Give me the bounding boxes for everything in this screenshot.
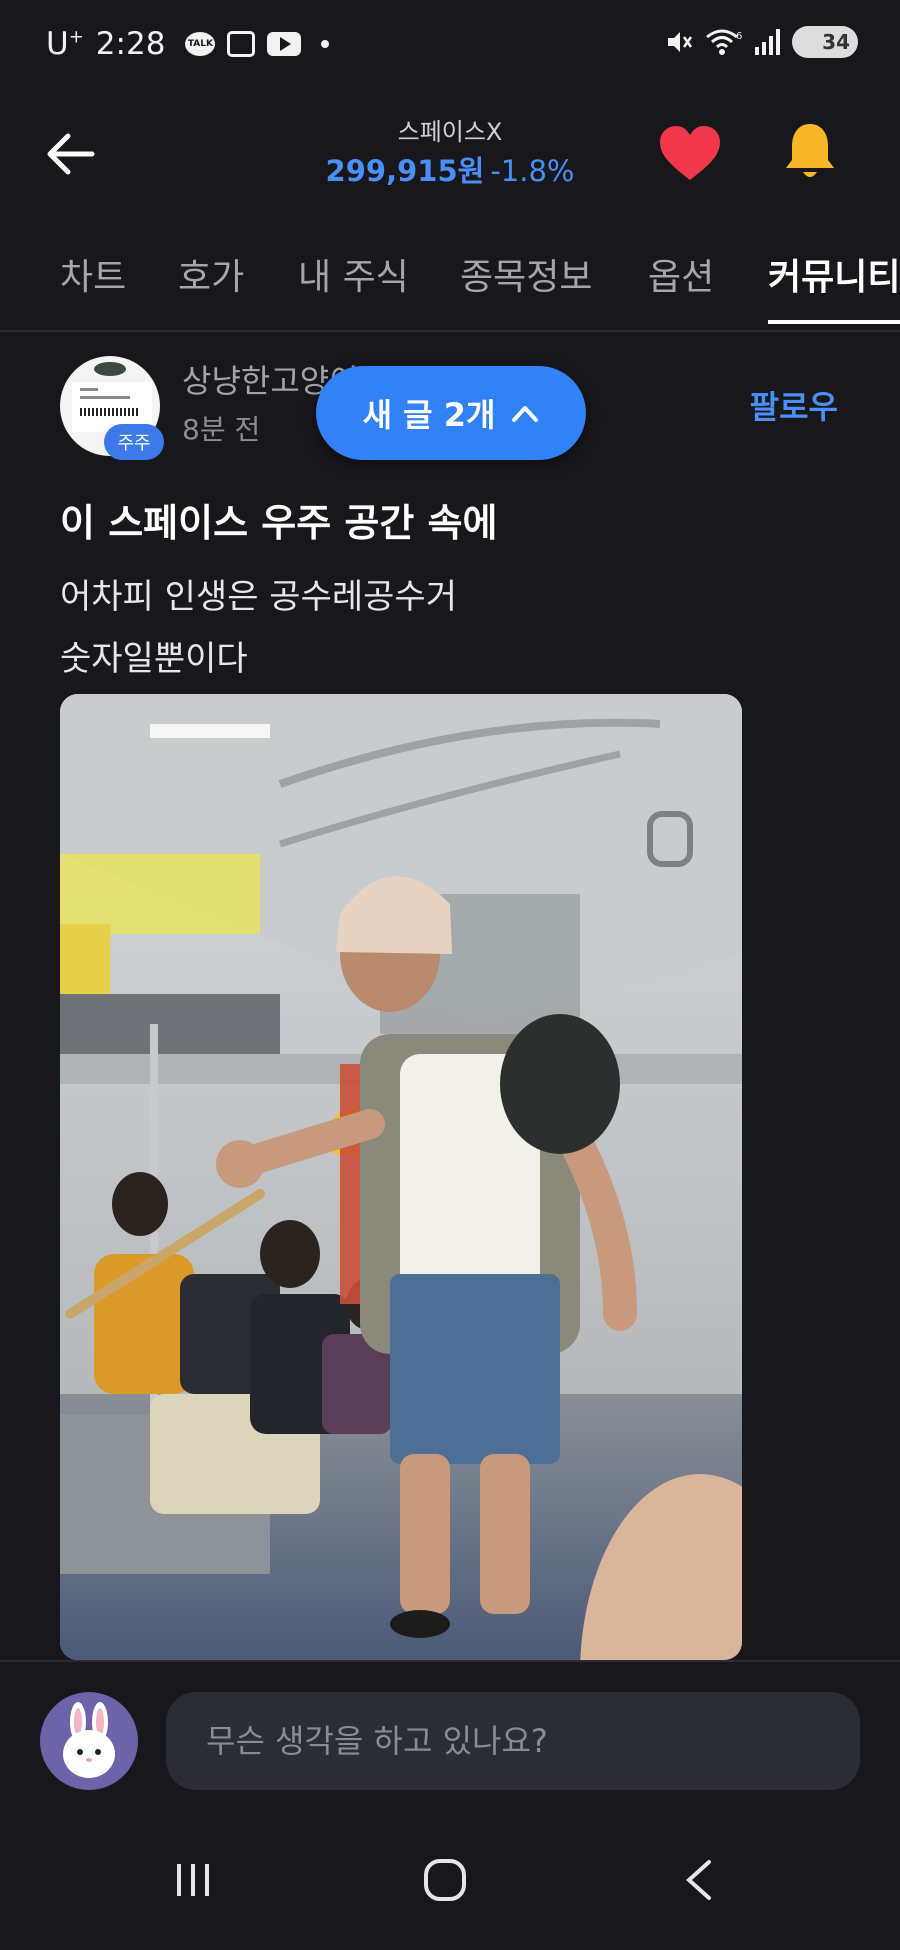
svg-text:6: 6 (736, 31, 742, 42)
follow-button[interactable]: 팔로우 (750, 382, 838, 428)
carrier-label: U+ (46, 26, 84, 62)
tab-chart[interactable]: 차트 (60, 248, 126, 300)
stock-change: -1.8% (490, 154, 575, 188)
stock-name: 스페이스X (397, 118, 503, 146)
status-left: U+ 2:28 TALK (46, 26, 330, 62)
scan-icon (227, 31, 256, 57)
bunny-avatar-icon[interactable] (40, 1692, 138, 1790)
tab-stock-info[interactable]: 종목정보 (460, 248, 592, 300)
tab-options[interactable]: 옵션 (648, 248, 714, 300)
post-body-line: 어차피 인생은 공수레공수거 (60, 577, 457, 617)
status-bar: U+ 2:28 TALK 6 34 (0, 0, 900, 92)
signal-icon (755, 29, 780, 55)
comment-bar (0, 1660, 900, 1810)
chevron-up-icon (512, 406, 539, 422)
post-time: 8분 전 (182, 413, 261, 446)
post-title: 이 스페이스 우주 공간 속에 (60, 501, 498, 545)
tab-community[interactable]: 커뮤니티 (768, 248, 900, 300)
tab-bar: 차트 호가 내 주식 종목정보 옵션 커뮤니티 (0, 232, 900, 332)
status-right: 6 34 (665, 26, 858, 58)
tab-underline (768, 320, 900, 324)
post-photo[interactable] (60, 694, 742, 1660)
stock-price-line: 299,915원 -1.8% (0, 148, 900, 190)
heart-icon[interactable] (658, 124, 722, 182)
post-body-line: 숫자일뿐이다 (60, 639, 248, 679)
shareholder-badge: 주주 (104, 424, 164, 460)
youtube-icon (267, 32, 302, 56)
stock-price: 299,915원 (325, 154, 485, 188)
bell-icon[interactable] (780, 120, 840, 184)
new-posts-label: 새 글 2개 (362, 396, 496, 434)
talk-icon: TALK (185, 32, 216, 56)
wifi-icon: 6 (706, 29, 742, 55)
tab-orderbook[interactable]: 호가 (178, 248, 244, 300)
comment-input[interactable] (166, 1692, 860, 1790)
battery-icon: 34 (792, 26, 858, 58)
post-body: 어차피 인생은 공수레공수거 숫자일뿐이다 (60, 566, 457, 690)
subway-photo-illustration (60, 694, 742, 1660)
home-icon[interactable] (410, 1850, 480, 1910)
recent-apps-icon[interactable] (158, 1850, 228, 1910)
system-nav-bar (0, 1810, 900, 1950)
back-icon[interactable] (664, 1850, 734, 1910)
tab-my-stock[interactable]: 내 주식 (298, 248, 409, 300)
new-posts-button[interactable]: 새 글 2개 (316, 366, 586, 460)
mute-icon (668, 32, 693, 52)
dot-icon (321, 40, 330, 48)
status-time: 2:28 (95, 26, 166, 62)
